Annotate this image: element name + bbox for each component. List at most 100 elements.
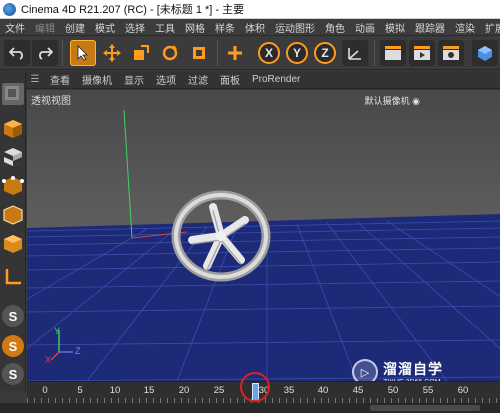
timeline-tick: 35 xyxy=(283,385,295,396)
window-title: Cinema 4D R21.207 (RC) - [未标题 1 *] - 主要 xyxy=(21,4,245,16)
menu-select[interactable]: 选择 xyxy=(120,20,150,35)
menu-character[interactable]: 角色 xyxy=(320,20,350,35)
timeline-tick: 20 xyxy=(178,385,190,396)
title-bar: Cinema 4D R21.207 (RC) - [未标题 1 *] - 主要 xyxy=(0,0,500,19)
cursor-arrow-icon xyxy=(77,45,88,61)
edges-cube-icon xyxy=(3,205,23,225)
menu-animate[interactable]: 动画 xyxy=(350,20,380,35)
menu-extensions[interactable]: 扩展 xyxy=(480,20,500,35)
world-y-axis xyxy=(123,109,133,239)
left-mode-palette: S S S xyxy=(0,71,26,391)
polygon-mode-button[interactable] xyxy=(2,233,24,255)
point-mode-button[interactable] xyxy=(2,175,24,197)
snap-button[interactable]: S xyxy=(2,305,24,327)
menu-spline[interactable]: 样条 xyxy=(210,20,240,35)
viewport-menu-options[interactable]: 选项 xyxy=(150,72,182,87)
y-axis-lock-button[interactable]: Y xyxy=(286,42,308,64)
x-axis-lock-button[interactable]: X xyxy=(258,42,280,64)
timeline-tick: 10 xyxy=(109,385,121,396)
snap-s-orange-icon: S xyxy=(8,338,18,354)
workplane-s-icon: S xyxy=(8,366,18,382)
toolbar-separator xyxy=(62,40,63,66)
recent-tool-button[interactable] xyxy=(222,40,248,66)
plus-icon xyxy=(228,46,242,60)
texture-mode-button[interactable] xyxy=(2,146,24,168)
viewport-title: 透视视图 xyxy=(31,96,71,107)
undo-icon xyxy=(9,47,23,60)
checker-cube-icon xyxy=(4,148,22,166)
hamburger-icon[interactable]: ☰ xyxy=(26,74,44,85)
viewport-menu-view[interactable]: 查看 xyxy=(44,72,76,87)
scale-icon xyxy=(134,45,149,60)
redo-button[interactable] xyxy=(32,40,58,66)
cinema4d-logo-icon xyxy=(3,2,16,16)
render-to-picture-viewer-button[interactable] xyxy=(409,40,435,66)
menu-create[interactable]: 创建 xyxy=(60,20,90,35)
menu-mesh[interactable]: 网格 xyxy=(180,20,210,35)
timeline-tick: 50 xyxy=(387,385,399,396)
perspective-viewport[interactable]: 透视视图 默认摄像机 ◉ Y Z X xyxy=(27,90,500,381)
make-editable-button[interactable] xyxy=(2,83,24,105)
menu-tools[interactable]: 工具 xyxy=(150,20,180,35)
viewport-menu-filter[interactable]: 过滤 xyxy=(182,72,214,87)
timeline-tick: 55 xyxy=(422,385,434,396)
viewport-menu-display[interactable]: 显示 xyxy=(118,72,150,87)
axis-mode-button[interactable] xyxy=(2,266,24,288)
clapper-gear-icon xyxy=(443,46,459,60)
select-tool-button[interactable] xyxy=(70,40,96,66)
timeline-scrollbar[interactable] xyxy=(370,405,480,411)
world-coordinates-icon xyxy=(348,48,361,60)
timeline-tick: 40 xyxy=(317,385,329,396)
menu-volume[interactable]: 体积 xyxy=(240,20,270,35)
gizmo-x-label: X xyxy=(45,355,52,365)
menu-simulate[interactable]: 模拟 xyxy=(380,20,410,35)
cube-primitive-button[interactable] xyxy=(472,40,498,66)
toolbar-separator xyxy=(217,40,218,66)
highlight-circle xyxy=(240,372,270,402)
render-view-button[interactable] xyxy=(380,40,406,66)
make-editable-icon xyxy=(5,86,19,100)
timeline-tick: 0 xyxy=(42,385,48,396)
scale-model-button[interactable] xyxy=(186,40,212,66)
menu-mograph[interactable]: 运动图形 xyxy=(270,20,320,35)
move-tool-button[interactable] xyxy=(99,40,125,66)
scale-tool-button[interactable] xyxy=(128,40,154,66)
edge-mode-button[interactable] xyxy=(2,204,24,226)
rotate-tool-button[interactable] xyxy=(157,40,183,66)
menu-mode[interactable]: 模式 xyxy=(90,20,120,35)
timeline-tick: 15 xyxy=(143,385,155,396)
clapper-play-icon xyxy=(414,46,430,60)
redo-icon xyxy=(39,47,53,60)
timeline-tick: 45 xyxy=(352,385,364,396)
clapper-icon xyxy=(385,46,401,60)
move-arrows-icon xyxy=(103,44,121,62)
viewport-menu-panel[interactable]: 面板 xyxy=(214,72,246,87)
toolbar-separator xyxy=(374,40,375,66)
gizmo-y-label: Y xyxy=(54,326,61,336)
coordinate-system-button[interactable] xyxy=(342,40,368,66)
menu-tracker[interactable]: 跟踪器 xyxy=(410,20,450,35)
timeline-tick: 5 xyxy=(77,385,83,396)
render-settings-button[interactable] xyxy=(438,40,464,66)
camera-label[interactable]: 默认摄像机 ◉ xyxy=(365,94,420,107)
undo-button[interactable] xyxy=(4,40,30,66)
workplane-button[interactable]: S xyxy=(2,363,24,385)
snap-settings-button[interactable]: S xyxy=(2,335,24,357)
rotate-icon xyxy=(162,45,178,61)
viewport-menu-cameras[interactable]: 摄像机 xyxy=(76,72,118,87)
menu-file[interactable]: 文件 xyxy=(0,20,30,35)
z-axis-lock-button[interactable]: Z xyxy=(314,42,336,64)
timeline-tick: 60 xyxy=(457,385,469,396)
watermark-title: 溜溜自学 xyxy=(383,360,443,377)
cube-icon xyxy=(478,46,492,61)
polygons-cube-icon xyxy=(4,235,22,253)
camera-icon: ◉ xyxy=(409,96,420,106)
main-menu-bar: 文件 编辑 创建 模式 选择 工具 网格 样条 体积 运动图形 角色 动画 模拟… xyxy=(0,19,500,36)
menu-edit[interactable]: 编辑 xyxy=(30,20,60,35)
viewport-menu-bar: ☰ 查看 摄像机 显示 选项 过滤 面板 ProRender xyxy=(26,71,500,89)
menu-render[interactable]: 渲染 xyxy=(450,20,480,35)
timeline-tick: 25 xyxy=(213,385,225,396)
viewport-menu-prorender[interactable]: ProRender xyxy=(246,74,306,85)
model-mode-button[interactable] xyxy=(2,118,24,140)
cube-model-icon xyxy=(4,120,22,138)
